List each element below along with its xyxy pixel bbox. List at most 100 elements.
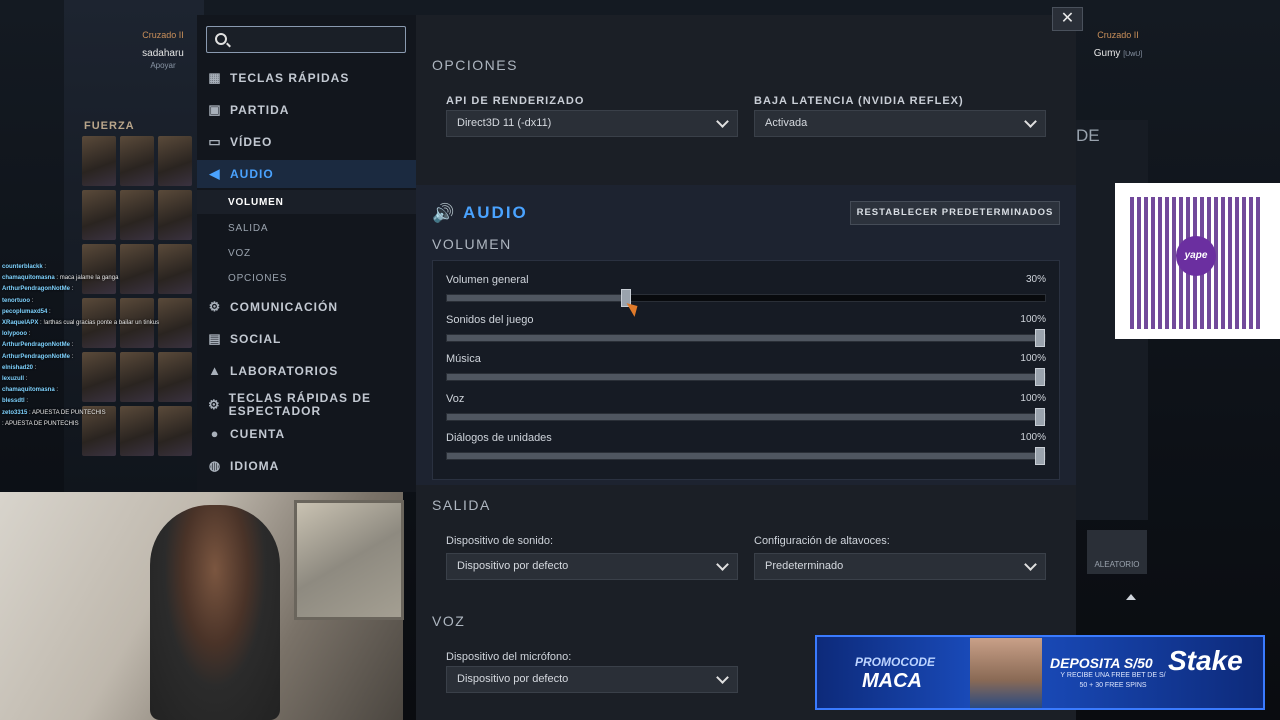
volume-slider[interactable] [446, 447, 1046, 465]
audio-title: AUDIO [463, 203, 528, 222]
slider-label: Volumen general [446, 274, 529, 286]
hero-portrait[interactable] [82, 136, 116, 186]
slider-label: Diálogos de unidades [446, 432, 552, 444]
slider-handle[interactable] [1035, 447, 1045, 465]
slider-value: 100% [1020, 314, 1046, 325]
gear-icon: ⚙ [208, 299, 222, 314]
chat-message: blessdtl : [2, 398, 29, 405]
sidebar-item-idioma[interactable]: ◍ IDIOMA [197, 452, 416, 480]
sidebar-subitem-voz[interactable]: VOZ [197, 241, 416, 265]
hero-portrait[interactable] [158, 136, 192, 186]
chat-username: zeto3315 [2, 409, 28, 416]
sidebar-item-partida[interactable]: ▣ PARTIDA [197, 96, 416, 124]
sidebar-item-label: IDIOMA [230, 459, 280, 473]
attribute-header: FUERZA [84, 120, 135, 132]
chat-username: ArthurPendragonNotMe [2, 353, 70, 360]
search-box[interactable] [206, 26, 406, 53]
random-button[interactable]: ALEATORIO [1087, 530, 1147, 574]
chat-text: APUESTA DE PUNTECHIS [5, 420, 79, 427]
sidebar-item-social[interactable]: ▤ SOCIAL [197, 325, 416, 353]
sidebar-item-label: TECLAS RÁPIDAS [230, 71, 350, 85]
stream-chat: counterblackk : chamaquitomasna : maca j… [2, 262, 212, 430]
slider-handle[interactable] [1035, 329, 1045, 347]
sidebar-subitem-volumen[interactable]: VOLUMEN [197, 190, 416, 214]
promo-subtext: Y RECIBE UNA FREE BET DE S/ 50 + 30 FREE… [1060, 672, 1166, 689]
volume-box [432, 260, 1060, 480]
chat-username: tenortuoo [2, 297, 30, 304]
chevron-down-icon [716, 558, 729, 571]
hero-portrait[interactable] [120, 190, 154, 240]
slider-fill [447, 453, 1045, 459]
chat-username: blessdtl [2, 398, 25, 405]
slider-fill [447, 414, 1045, 420]
low-latency-dropdown[interactable]: Activada [754, 110, 1046, 137]
volume-slider[interactable] [446, 368, 1046, 386]
speaker-config-dropdown[interactable]: Predeterminado [754, 553, 1046, 580]
sidebar-subitem-opciones[interactable]: OPCIONES [197, 266, 416, 290]
player-role: Apoyar [150, 61, 176, 70]
chat-message: chamaquitomasna : [2, 387, 59, 394]
sound-device-dropdown[interactable]: Dispositivo por defecto [446, 553, 738, 580]
right-player-card: Cruzado II Gumy [UwU] [1082, 30, 1154, 59]
chat-message: elnishad20 : [2, 364, 37, 371]
chat-message: pecoplumaxd54 : [2, 308, 51, 315]
chat-message: ArthurPendragonNotMe : [2, 286, 74, 293]
sidebar-item-teclas-rápidas-de-espectador[interactable]: ⚙ TECLAS RÁPIDAS DE ESPECTADOR [197, 388, 416, 422]
chevron-down-icon [1024, 115, 1037, 128]
game-icon: ▣ [208, 102, 222, 117]
chat-message: ArthurPendragonNotMe : [2, 353, 74, 360]
sidebar-item-label: AUDIO [230, 167, 274, 181]
sidebar-item-teclas-rápidas[interactable]: ▦ TECLAS RÁPIDAS [197, 64, 416, 92]
hero-portrait[interactable] [120, 136, 154, 186]
slider-label: Música [446, 353, 481, 365]
promo-deposit: DEPOSITA S/50 [1050, 655, 1153, 671]
sidebar-item-label: SOCIAL [230, 332, 282, 346]
reset-defaults-button[interactable]: RESTABLECER PREDETERMINADOS [850, 201, 1060, 225]
promo-code-label: PROMOCODE [855, 655, 936, 669]
sidebar-subitem-salida[interactable]: SALIDA [197, 216, 416, 240]
rank-label: Cruzado II [1097, 30, 1139, 40]
chat-message: lexuzull : [2, 376, 28, 383]
mic-dropdown[interactable]: Dispositivo por defecto [446, 666, 738, 693]
sidebar-item-audio[interactable]: ◀ AUDIO [197, 160, 416, 188]
chat-username: lexuzull [2, 376, 25, 383]
chat-text: maca jalame la ganga [59, 275, 119, 282]
close-button[interactable]: ✕ [1052, 7, 1083, 31]
chat-message: zeto3315 : APUESTA DE PUNTECHIS [2, 409, 106, 416]
speaker-icon: ◀ [209, 166, 221, 181]
low-latency-label: BAJA LATENCIA (NVIDIA REFLEX) [754, 95, 964, 107]
slider-value: 30% [1025, 274, 1046, 285]
chat-message: counterblackk : [2, 264, 47, 270]
volume-slider[interactable] [446, 329, 1046, 347]
chat-username: ArthurPendragonNotMe [2, 342, 70, 349]
hero-portrait[interactable] [82, 190, 116, 240]
speaker-icon: 🔊 [432, 203, 455, 223]
chat-username: ArthurPendragonNotMe [2, 286, 70, 293]
right-partial-text: DE [1076, 126, 1100, 145]
sound-device-label: Dispositivo de sonido: [446, 535, 554, 547]
search-input[interactable] [235, 30, 399, 49]
volume-slider[interactable] [446, 408, 1046, 426]
sidebar-item-cuenta[interactable]: ● CUENTA [197, 420, 416, 448]
output-title: SALIDA [432, 497, 491, 513]
chat-message: XRaquelAPX : !arthas cual gracias ponte … [2, 320, 160, 327]
volume-slider[interactable] [446, 289, 1046, 307]
slider-fill [447, 335, 1045, 341]
slider-value: 100% [1020, 432, 1046, 443]
sidebar-item-vídeo[interactable]: ▭ VÍDEO [197, 128, 416, 156]
sidebar-item-comunicación[interactable]: ⚙ COMUNICACIÓN [197, 293, 416, 321]
slider-handle[interactable] [1035, 368, 1045, 386]
sidebar-item-laboratorios[interactable]: ▲ LABORATORIOS [197, 357, 416, 385]
sidebar-item-label: LABORATORIOS [230, 364, 339, 378]
chat-message: lolypooo : [2, 331, 31, 338]
chat-username: pecoplumaxd54 [2, 308, 48, 315]
sidebar-item-label: CUENTA [230, 427, 286, 441]
render-api-dropdown[interactable]: Direct3D 11 (-dx11) [446, 110, 738, 137]
globe-icon: ◍ [208, 458, 222, 473]
promo-brand: Stake [1168, 645, 1243, 676]
slider-label: Sonidos del juego [446, 314, 534, 326]
up-arrow-icon[interactable] [1126, 594, 1136, 600]
hero-portrait[interactable] [158, 190, 192, 240]
left-player-card: Cruzado II sadaharu Apoyar [120, 30, 206, 70]
slider-handle[interactable] [1035, 408, 1045, 426]
